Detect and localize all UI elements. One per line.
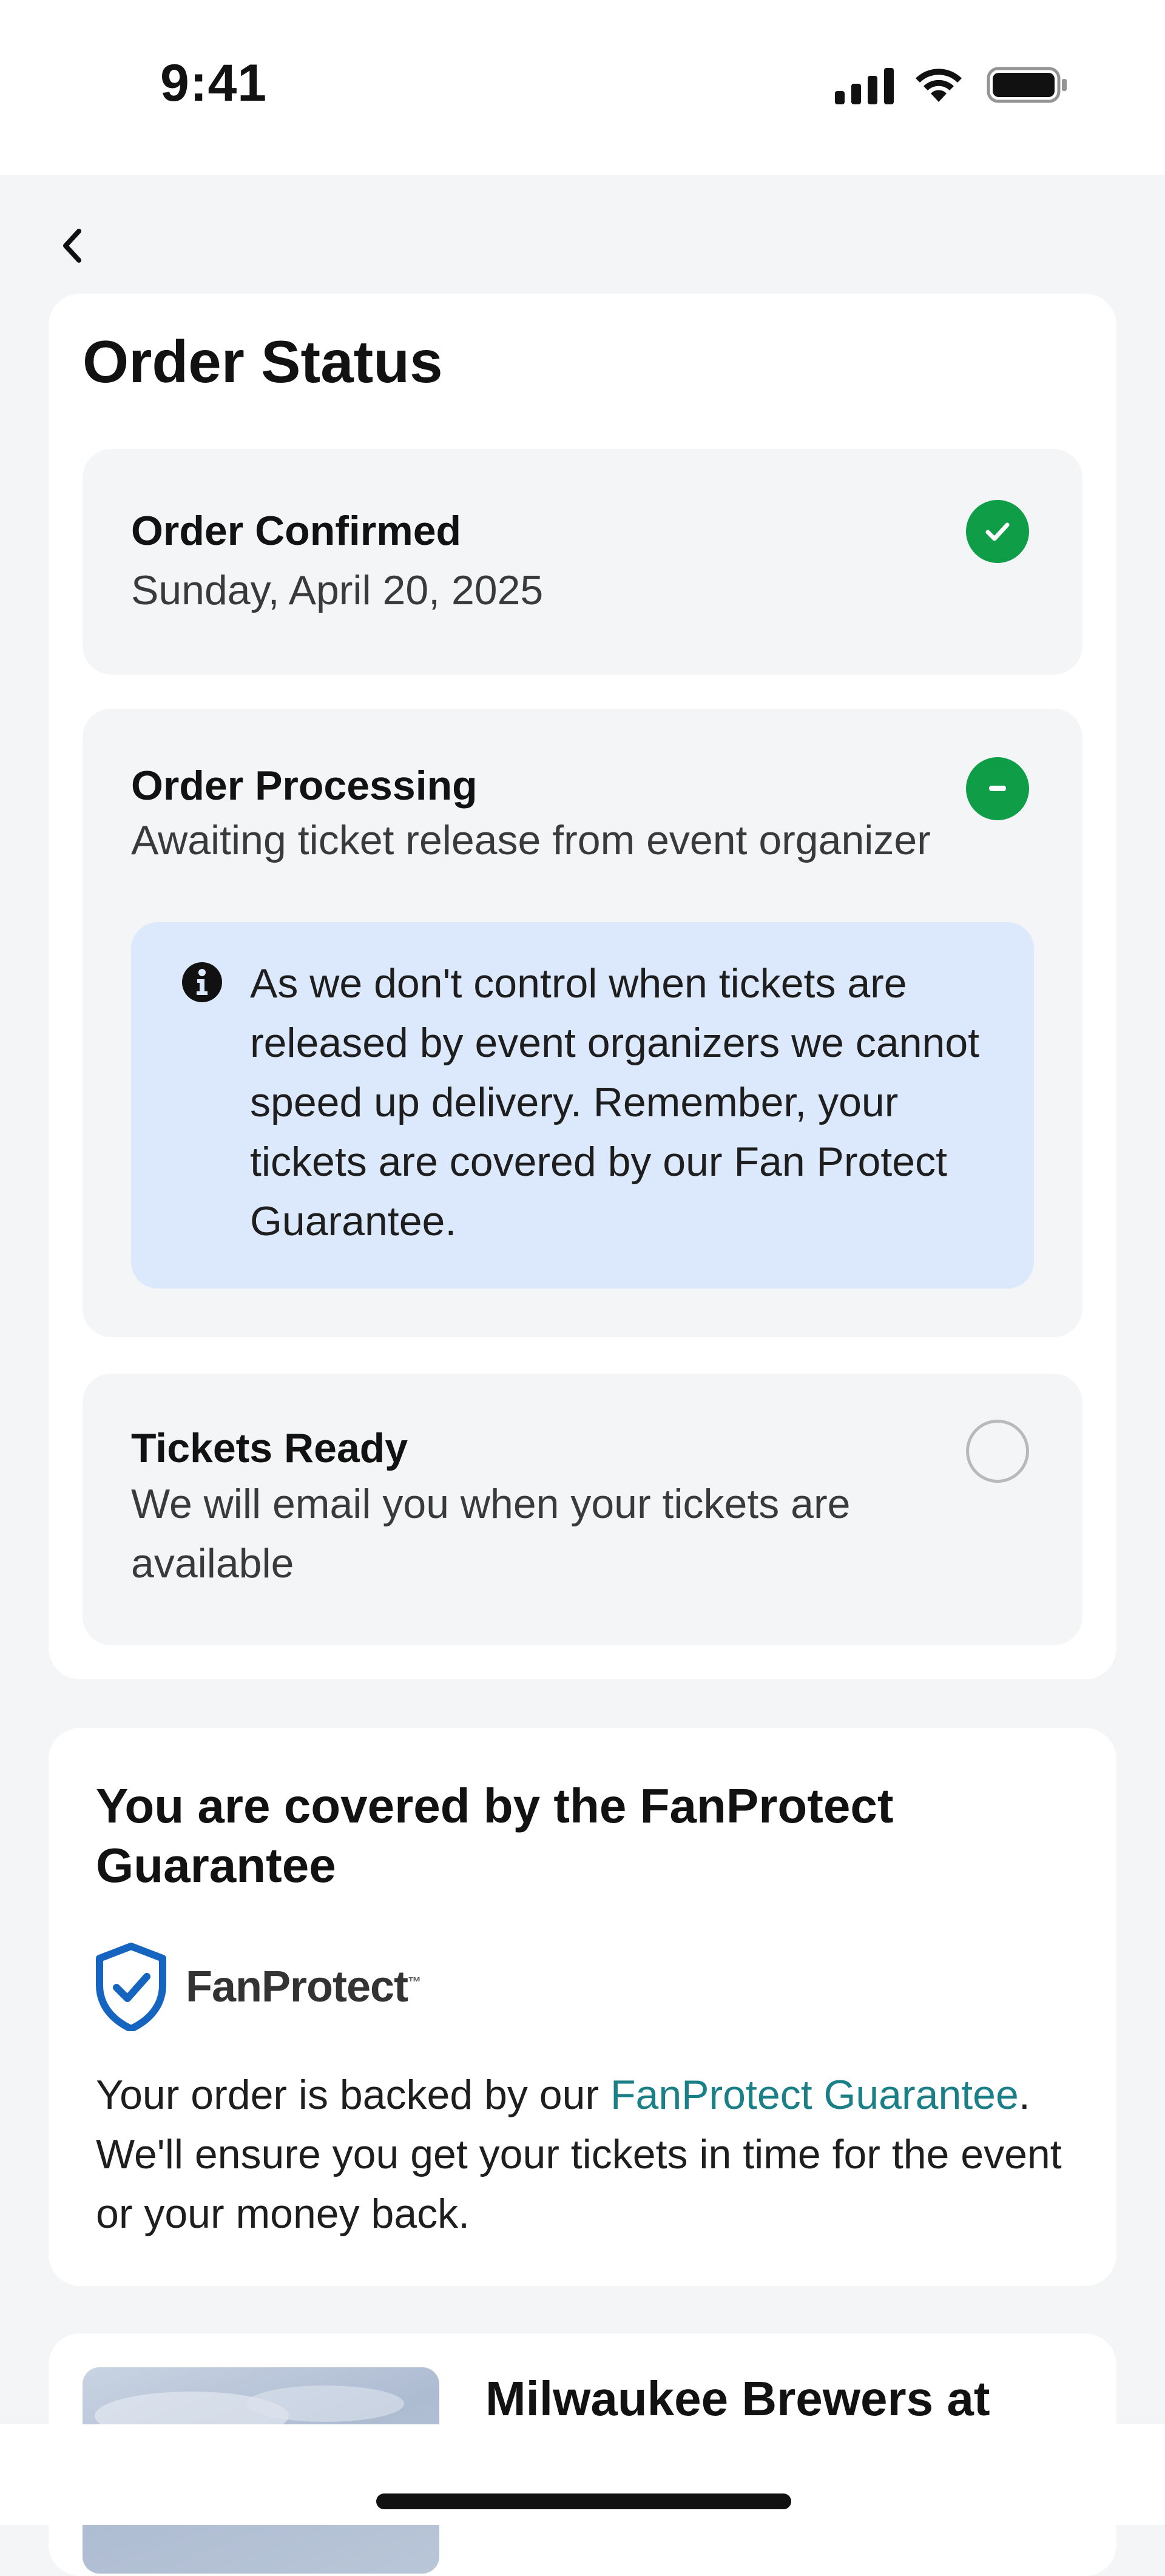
shield-check-icon — [96, 1943, 166, 2031]
guarantee-card: You are covered by the FanProtect Guaran… — [49, 1728, 1116, 2286]
home-indicator[interactable] — [376, 2493, 791, 2509]
home-indicator-area — [0, 2424, 1165, 2525]
info-box: As we don't control when tickets are rel… — [131, 922, 1034, 1289]
page-title: Order Status — [83, 328, 443, 395]
signal-icon — [835, 68, 894, 104]
guarantee-text: Your order is backed by our FanProtect G… — [96, 2072, 1062, 2237]
fanprotect-logo-text: FanProtect™ — [186, 1963, 421, 2011]
empty-circle-icon — [966, 1420, 1029, 1483]
guarantee-title: You are covered by the FanProtect Guaran… — [96, 1779, 894, 1892]
step-title: Order Confirmed — [131, 508, 462, 554]
chevron-left-icon — [63, 229, 81, 263]
step-tickets-ready: Tickets Ready We will email you when you… — [83, 1374, 1082, 1645]
step-order-processing: Order Processing Awaiting ticket release… — [83, 709, 1082, 1337]
order-status-card: Order Status Order Confirmed Sunday, Apr… — [49, 294, 1116, 1679]
wifi-icon — [916, 69, 962, 102]
step-title: Tickets Ready — [131, 1425, 408, 1471]
info-text: As we don't control when tickets are rel… — [250, 960, 980, 1244]
minus-icon — [966, 757, 1029, 820]
back-button[interactable] — [52, 218, 91, 273]
battery-icon — [987, 67, 1067, 103]
fanprotect-guarantee-link[interactable]: FanProtect Guarantee — [610, 2072, 1019, 2118]
fanprotect-logo: FanProtect™ — [95, 1941, 421, 2032]
step-subtitle: We will email you when your tickets are … — [131, 1481, 851, 1586]
step-subtitle: Awaiting ticket release from event organ… — [131, 817, 931, 863]
status-bar: 9:41 — [0, 0, 1165, 175]
info-icon — [182, 962, 222, 1002]
status-time: 9:41 — [160, 54, 268, 112]
step-subtitle: Sunday, April 20, 2025 — [131, 567, 544, 613]
step-order-confirmed: Order Confirmed Sunday, April 20, 2025 — [83, 449, 1082, 675]
step-title: Order Processing — [131, 763, 478, 809]
check-icon — [966, 500, 1029, 563]
event-title: Milwaukee Brewers at — [485, 2372, 990, 2426]
